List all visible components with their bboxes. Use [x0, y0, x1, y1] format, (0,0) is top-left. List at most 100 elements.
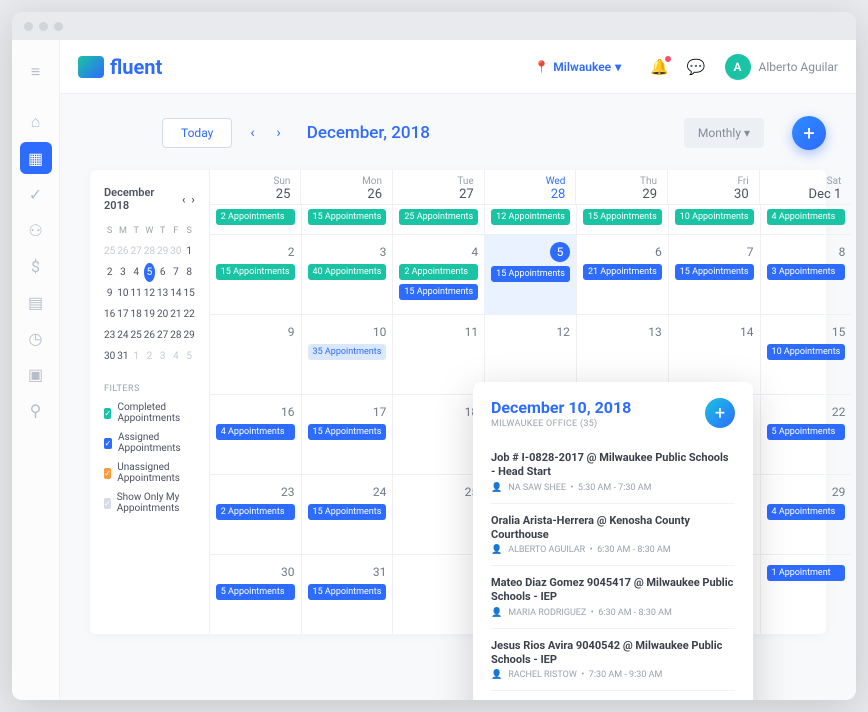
add-button[interactable]: + [792, 116, 826, 150]
calendar-cell[interactable] [393, 554, 485, 634]
timer-icon[interactable]: ◷ [20, 322, 52, 354]
appointment-item[interactable]: Mateo Diaz Gomez 9045417 @ Milwaukee Pub… [491, 565, 735, 628]
appointment-item[interactable]: Job # I-0828-2017 @ Milwaukee Public Sch… [491, 441, 735, 503]
appointment-pill[interactable]: 15 Appointments [216, 264, 295, 280]
billing-icon[interactable]: $ [20, 250, 52, 282]
calendar-cell[interactable]: 621 Appointments [577, 234, 669, 314]
mini-day[interactable]: 17 [117, 305, 128, 324]
contacts-icon[interactable]: ▣ [20, 358, 52, 390]
mini-day[interactable]: 18 [131, 305, 142, 324]
mini-day[interactable]: 2 [144, 347, 155, 366]
mini-day[interactable]: 1 [184, 242, 195, 261]
calendar-cell[interactable]: 9 [210, 314, 302, 394]
calendar-cell[interactable]: 2 Appointments [210, 204, 302, 234]
mini-day[interactable]: 30 [104, 347, 115, 366]
appointment-pill[interactable]: 10 Appointments [675, 209, 754, 225]
popover-add-button[interactable]: + [705, 398, 735, 428]
calendar-cell[interactable]: 225 Appointments [761, 394, 852, 474]
filter-item[interactable]: ✓Unassigned Appointments [104, 462, 195, 484]
calendar-cell[interactable]: 1 Appointment [761, 554, 852, 634]
calendar-cell[interactable]: 340 Appointments [302, 234, 394, 314]
mini-day[interactable]: 28 [144, 242, 155, 261]
appointment-pill[interactable]: 2 Appointments [399, 264, 478, 280]
mini-day[interactable]: 16 [104, 305, 115, 324]
calendar-cell[interactable]: 25 [393, 474, 485, 554]
mini-day[interactable]: 30 [170, 242, 181, 261]
calendar-cell[interactable]: 15 Appointments [302, 204, 394, 234]
calendar-cell[interactable]: 83 Appointments [761, 234, 852, 314]
mini-day[interactable]: 22 [184, 305, 195, 324]
mini-day[interactable]: 29 [157, 242, 168, 261]
users-icon[interactable]: ⚇ [20, 214, 52, 246]
mini-day[interactable]: 28 [170, 326, 181, 345]
appointment-pill[interactable]: 4 Appointments [767, 209, 846, 225]
appointment-pill[interactable]: 15 Appointments [308, 504, 387, 520]
mini-next-icon[interactable]: › [191, 193, 194, 206]
appointment-pill[interactable]: 15 Appointments [583, 209, 662, 225]
logo[interactable]: fluent [78, 55, 162, 79]
mini-day[interactable]: 2 [104, 263, 115, 282]
calendar-cell[interactable]: 715 Appointments [669, 234, 761, 314]
tasks-icon[interactable]: ✓ [20, 178, 52, 210]
bell-icon[interactable]: 🔔 [650, 58, 669, 76]
home-icon[interactable]: ⌂ [20, 106, 52, 138]
calendar-cell[interactable]: 3115 Appointments [302, 554, 394, 634]
chat-icon[interactable]: 💬 [687, 58, 706, 76]
mini-prev-icon[interactable]: ‹ [182, 193, 185, 206]
mini-day[interactable]: 8 [184, 263, 195, 282]
mini-day[interactable]: 3 [117, 263, 128, 282]
calendar-cell[interactable]: 25 Appointments [393, 204, 485, 234]
mini-day[interactable]: 25 [131, 326, 142, 345]
filter-item[interactable]: ✓Show Only My Appointments [104, 492, 195, 514]
next-period-icon[interactable]: › [273, 125, 285, 141]
calendar-cell[interactable]: 42 Appointments15 Appointments [393, 234, 485, 314]
mini-day[interactable]: 4 [131, 263, 142, 282]
menu-icon[interactable]: ≡ [20, 56, 52, 88]
calendar-cell[interactable]: 4 Appointments [761, 204, 852, 234]
mini-day[interactable]: 27 [131, 242, 142, 261]
appointment-pill[interactable]: 15 Appointments [675, 264, 754, 280]
appointment-pill[interactable]: 4 Appointments [216, 424, 295, 440]
appointment-pill[interactable]: 4 Appointments [767, 504, 846, 520]
calendar-cell[interactable]: 294 Appointments [761, 474, 852, 554]
calendar-icon[interactable]: ▦ [20, 142, 52, 174]
appointment-pill[interactable]: 5 Appointments [767, 424, 846, 440]
mini-day[interactable]: 14 [170, 284, 181, 303]
appointment-item[interactable]: Hassan Ahmed @ Milwaukee Public Schools … [491, 690, 735, 700]
calendar-cell[interactable]: 18 [393, 394, 485, 474]
location-icon[interactable]: ⚲ [20, 394, 52, 426]
appointment-pill[interactable]: 25 Appointments [399, 209, 478, 225]
appointment-pill[interactable]: 1 Appointment [767, 565, 846, 581]
avatar[interactable]: A [725, 54, 751, 80]
appointment-pill[interactable]: 15 Appointments [491, 266, 570, 282]
location-picker[interactable]: 📍 Milwaukee ▾ [534, 60, 621, 74]
mini-day[interactable]: 12 [144, 284, 155, 303]
appointment-pill[interactable]: 15 Appointments [308, 424, 387, 440]
mini-day[interactable]: 19 [144, 305, 155, 324]
mini-day[interactable]: 26 [144, 326, 155, 345]
calendar-cell[interactable]: 10 Appointments [669, 204, 761, 234]
appointment-pill[interactable]: 15 Appointments [308, 584, 387, 600]
mini-day[interactable]: 11 [131, 284, 142, 303]
calendar-cell[interactable]: 305 Appointments [210, 554, 302, 634]
calendar-cell[interactable]: 1715 Appointments [302, 394, 394, 474]
mini-day[interactable]: 9 [104, 284, 115, 303]
appointment-item[interactable]: Oralia Arista-Herrera @ Kenosha County C… [491, 503, 735, 566]
appointment-pill[interactable]: 10 Appointments [767, 344, 846, 360]
appointment-pill[interactable]: 21 Appointments [583, 264, 662, 280]
calendar-cell[interactable]: 11 [393, 314, 485, 394]
prev-period-icon[interactable]: ‹ [246, 125, 258, 141]
mini-day[interactable]: 27 [157, 326, 168, 345]
mini-day[interactable]: 1 [131, 347, 142, 366]
view-select[interactable]: Monthly ▾ [684, 118, 764, 148]
appointment-pill[interactable]: 12 Appointments [491, 209, 570, 225]
appointment-pill[interactable]: 35 Appointments↖ [308, 344, 387, 360]
appointment-pill[interactable]: 15 Appointments [399, 284, 478, 300]
calendar-cell[interactable]: 215 Appointments [210, 234, 302, 314]
mini-day[interactable]: 23 [104, 326, 115, 345]
calendar-cell[interactable]: 2415 Appointments [302, 474, 394, 554]
appointment-pill[interactable]: 40 Appointments [308, 264, 387, 280]
appointment-pill[interactable]: 2 Appointments [216, 504, 295, 520]
mini-day[interactable]: 3 [157, 347, 168, 366]
mini-day[interactable]: 20 [157, 305, 168, 324]
